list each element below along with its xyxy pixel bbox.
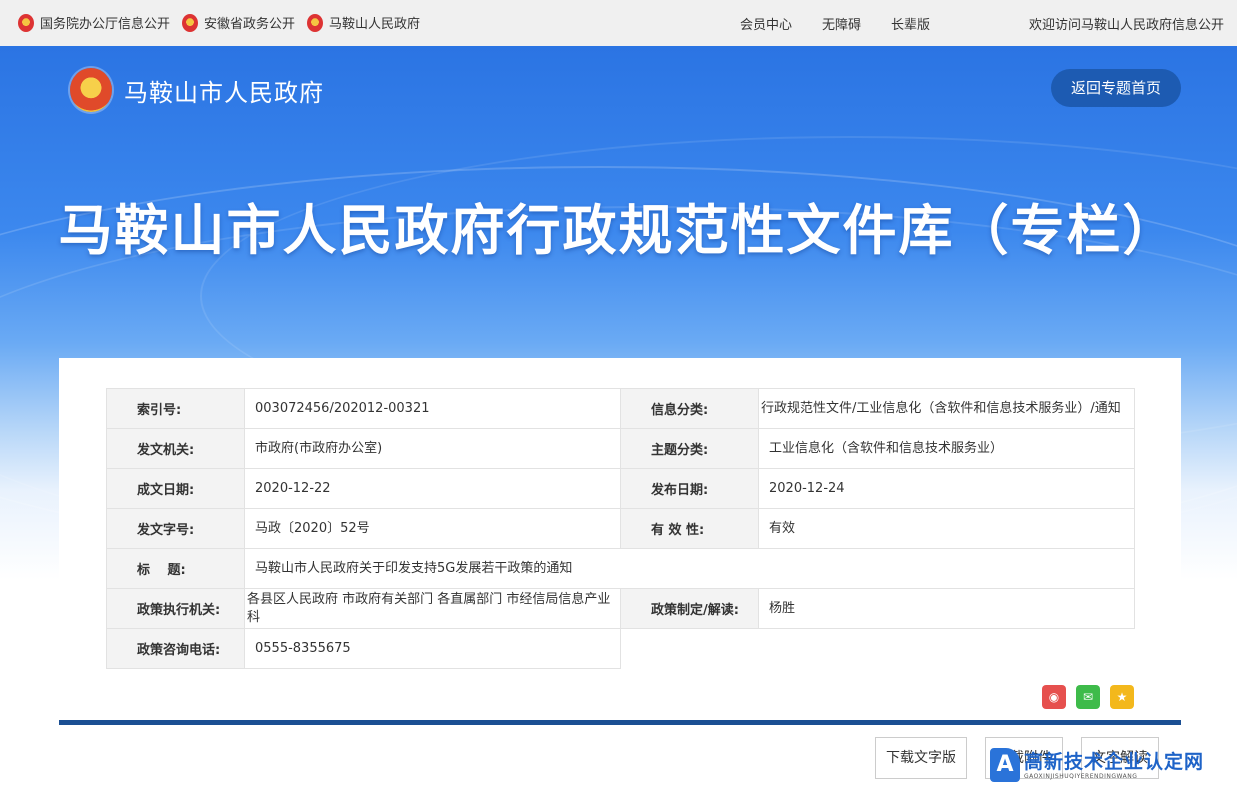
policy-maker-value: 杨胜 (758, 588, 1135, 629)
banner-title: 马鞍山市人民政府行政规范性文件库（专栏） (58, 199, 1179, 262)
doc-number-value: 马政〔2020〕52号 (244, 508, 621, 549)
top-links: 国务院办公厅信息公开 安徽省政务公开 马鞍山人民政府 (18, 13, 432, 32)
published-date-label: 发布日期: (620, 468, 759, 509)
back-to-topic-home-button[interactable]: 返回专题首页 (1051, 69, 1181, 107)
written-date-value: 2020-12-22 (244, 468, 621, 509)
download-text-button[interactable]: 下载文字版 (875, 737, 967, 779)
table-row: 成文日期: 2020-12-22 发布日期: 2020-12-24 (106, 468, 1135, 509)
validity-value: 有效 (758, 508, 1135, 549)
published-date-value: 2020-12-24 (758, 468, 1135, 509)
topic-category-label: 主题分类: (620, 428, 759, 469)
link-maanshan[interactable]: 马鞍山人民政府 (307, 13, 420, 32)
exec-agency-label: 政策执行机关: (106, 588, 245, 629)
issuer-value: 市政府(市政府办公室) (244, 428, 621, 469)
written-date-label: 成文日期: (106, 468, 245, 509)
table-row: 发文机关: 市政府(市政府办公室) 主题分类: 工业信息化（含软件和信息技术服务… (106, 428, 1135, 469)
exec-agency-value: 各县区人民政府 市政府有关部门 各直属部门 市经信局信息产业科 (244, 588, 621, 629)
info-category-value: 行政规范性文件/工业信息化（含软件和信息技术服务业）/通知 (758, 388, 1135, 429)
top-bar: 国务院办公厅信息公开 安徽省政务公开 马鞍山人民政府 会员中心 无障碍 长辈版 … (0, 0, 1237, 46)
watermark-logo-icon: A (990, 748, 1020, 782)
accessibility-link[interactable]: 无障碍 (822, 14, 861, 33)
member-center-link[interactable]: 会员中心 (740, 14, 792, 33)
table-row: 政策咨询电话: 0555-8355675 (106, 628, 1135, 669)
emblem-icon (307, 13, 324, 32)
table-row: 标 题: 马鞍山市人民政府关于印发支持5G发展若干政策的通知 (106, 548, 1135, 589)
phone-value: 0555-8355675 (244, 628, 621, 669)
topic-category-value: 工业信息化（含软件和信息技术服务业） (758, 428, 1135, 469)
watermark: A 高新技术企业认定网 GAOXINJISHUQIYERENDINGWANG (990, 748, 1204, 782)
info-category-label: 信息分类: (620, 388, 759, 429)
table-row: 索引号: 003072456/202012-00321 信息分类: 行政规范性文… (106, 388, 1135, 429)
doc-number-label: 发文字号: (106, 508, 245, 549)
elder-version-link[interactable]: 长辈版 (891, 14, 930, 33)
document-meta-table: 索引号: 003072456/202012-00321 信息分类: 行政规范性文… (106, 388, 1135, 669)
emblem-icon (18, 13, 34, 32)
site-name: 马鞍山市人民政府 (124, 78, 324, 107)
table-row: 政策执行机关: 各县区人民政府 市政府有关部门 各直属部门 市经信局信息产业科 … (106, 588, 1135, 629)
watermark-text: 高新技术企业认定网 (1024, 750, 1205, 773)
welcome-text: 欢迎访问马鞍山人民政府信息公开 (1028, 18, 1224, 33)
title-value: 马鞍山市人民政府关于印发支持5G发展若干政策的通知 (244, 548, 1135, 589)
content-card: 索引号: 003072456/202012-00321 信息分类: 行政规范性文… (59, 358, 1181, 788)
phone-label: 政策咨询电话: (106, 628, 245, 669)
share-bar: ◉ ✉ ★ (1042, 685, 1134, 709)
national-emblem-icon (70, 68, 112, 112)
top-nav: 会员中心 无障碍 长辈版 (740, 14, 930, 33)
link-anhui[interactable]: 安徽省政务公开 (182, 13, 295, 32)
wechat-icon[interactable]: ✉ (1076, 685, 1100, 709)
index-label: 索引号: (106, 388, 245, 429)
index-value: 003072456/202012-00321 (244, 388, 621, 429)
emblem-icon (182, 13, 199, 32)
link-state-council[interactable]: 国务院办公厅信息公开 (18, 13, 170, 32)
divider (59, 720, 1181, 725)
site-logo[interactable]: 马鞍山市人民政府 (70, 68, 324, 112)
issuer-label: 发文机关: (106, 428, 245, 469)
table-row: 发文字号: 马政〔2020〕52号 有 效 性: 有效 (106, 508, 1135, 549)
weibo-icon[interactable]: ◉ (1042, 685, 1066, 709)
validity-label: 有 效 性: (620, 508, 759, 549)
policy-maker-label: 政策制定/解读: (620, 588, 759, 629)
title-label: 标 题: (106, 548, 245, 589)
watermark-subtext: GAOXINJISHUQIYERENDINGWANG (1024, 772, 1138, 780)
favorite-icon[interactable]: ★ (1110, 685, 1134, 709)
